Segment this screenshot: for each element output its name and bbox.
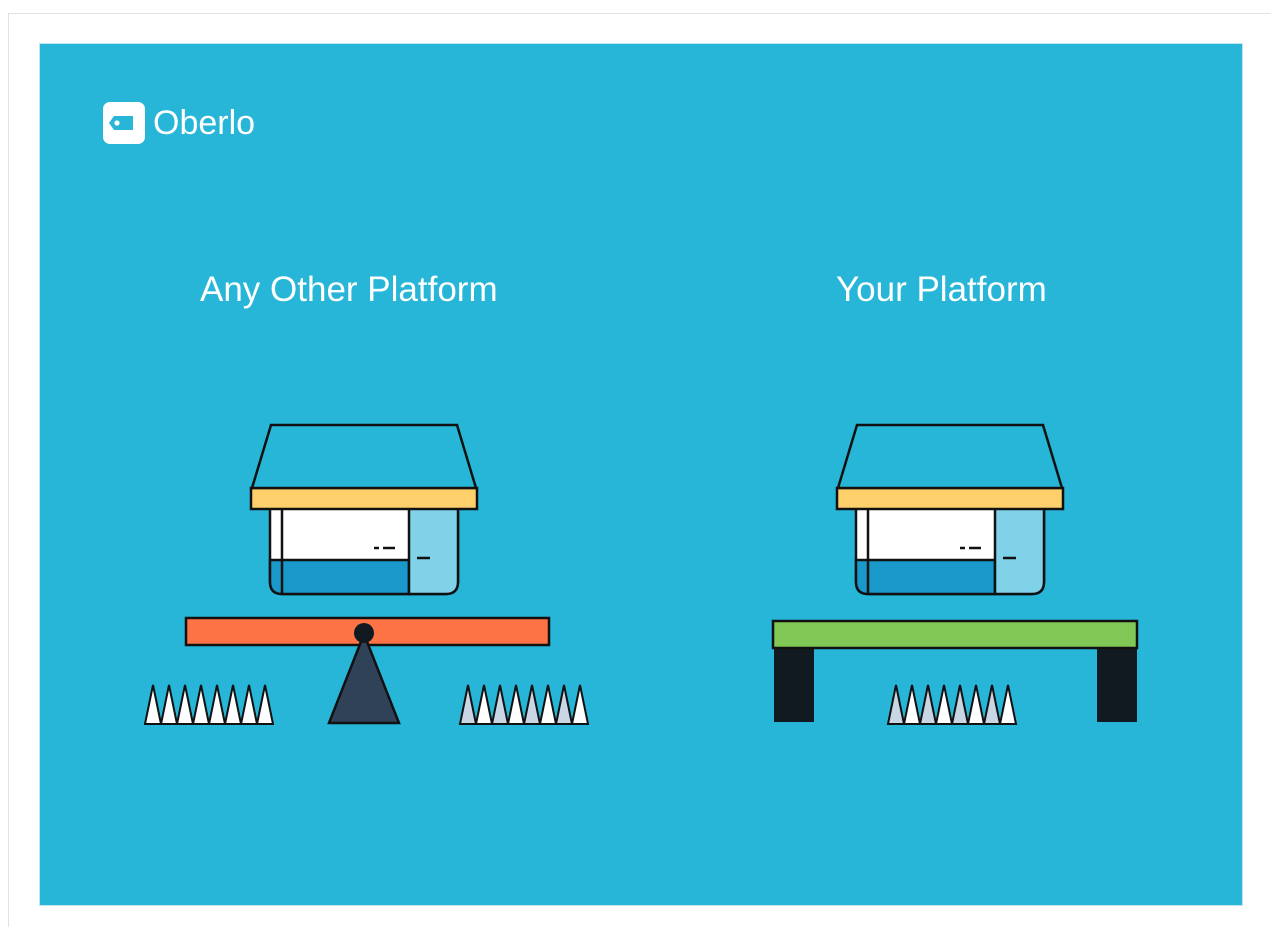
seesaw-pivot [354,623,374,643]
spikes-right [887,684,1017,725]
table-top [771,619,1139,650]
seesaw-fulcrum [327,630,401,725]
store-left [249,423,479,596]
spikes-left-outer [144,684,274,725]
platform-comparison-illustration [144,423,1139,725]
store-right [835,423,1065,596]
table-leg-left [774,647,814,722]
table-leg-right [1097,647,1137,722]
spikes-left-inner [459,684,589,725]
